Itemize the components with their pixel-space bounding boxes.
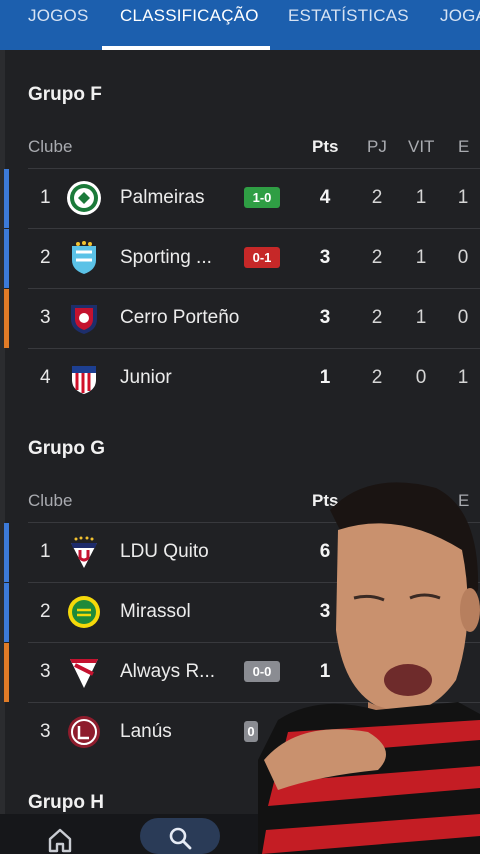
always-ready-crest-icon: [70, 659, 98, 688]
presenter-video-overlay: [258, 482, 480, 854]
points: 4: [319, 187, 331, 208]
column-header-pj: PJ: [367, 137, 387, 156]
junior-crest-icon: [72, 366, 96, 394]
ldu-quito-crest-icon: [71, 536, 97, 568]
wins: 0: [415, 367, 427, 388]
playoff-marker: [4, 643, 9, 702]
group-title: Grupo H: [28, 792, 104, 813]
column-header-e: E: [458, 137, 470, 156]
wins: 1: [415, 307, 427, 328]
qualification-marker: [4, 229, 9, 288]
qualification-marker: [4, 523, 9, 582]
draws: 1: [457, 187, 469, 208]
sporting-cristal-crest-icon: [72, 241, 96, 274]
table-row[interactable]: 3 Cerro Porteño 3 2 1 0: [0, 288, 480, 348]
tab-classificacao[interactable]: CLASSIFICAÇÃO: [120, 6, 259, 26]
palmeiras-crest-icon: [67, 181, 101, 215]
mirassol-crest-icon: [68, 596, 100, 628]
column-header-club: Clube: [28, 491, 73, 510]
played: 2: [371, 187, 383, 208]
played: 2: [371, 247, 383, 268]
qualification-marker: [4, 169, 9, 228]
played: 2: [371, 367, 383, 388]
last-result-badge: 1-0: [244, 187, 280, 208]
cerro-porteno-crest-icon: [71, 305, 97, 334]
table-row[interactable]: 4 Junior 1 2 0 1: [0, 348, 480, 408]
home-icon[interactable]: [46, 826, 74, 854]
position: 1: [40, 187, 51, 208]
group-title: Grupo F: [28, 84, 102, 105]
team-name: LDU Quito: [120, 541, 209, 562]
position: 4: [40, 367, 51, 388]
played: 2: [371, 307, 383, 328]
column-header-club: Clube: [28, 137, 73, 156]
points: 3: [319, 247, 331, 268]
tab-estatisticas[interactable]: ESTATÍSTICAS: [288, 6, 409, 26]
table-row[interactable]: 2 Sporting ... 0-1 3 2 1 0: [0, 228, 480, 288]
team-name: Always R...: [120, 661, 216, 682]
table-row[interactable]: 1 Palmeiras 1-0 4 2 1 1: [0, 168, 480, 228]
points: 1: [319, 367, 331, 388]
position: 3: [40, 721, 51, 742]
top-tab-bar: JOGOS CLASSIFICAÇÃO ESTATÍSTICAS JOGA: [0, 0, 480, 50]
team-name: Lanús: [120, 721, 172, 742]
column-header-vit: VIT: [408, 137, 435, 156]
playoff-marker: [4, 289, 9, 348]
wins: 1: [415, 247, 427, 268]
column-header-pts: Pts: [312, 137, 339, 156]
position: 2: [40, 247, 51, 268]
team-name: Mirassol: [120, 601, 191, 622]
position: 3: [40, 661, 51, 682]
draws: 1: [457, 367, 469, 388]
draws: 0: [457, 307, 469, 328]
team-name: Palmeiras: [120, 187, 205, 208]
tab-jogadores[interactable]: JOGA: [440, 6, 480, 26]
draws: 0: [457, 247, 469, 268]
team-name: Junior: [120, 367, 172, 388]
tab-jogos[interactable]: JOGOS: [28, 6, 89, 26]
team-name: Sporting ...: [120, 247, 212, 268]
lanus-crest-icon: [68, 716, 100, 748]
group-title: Grupo G: [28, 438, 106, 459]
wins: 1: [415, 187, 427, 208]
team-name: Cerro Porteño: [120, 307, 240, 328]
last-result-badge: 0: [244, 721, 258, 742]
search-icon[interactable]: [168, 826, 192, 850]
qualification-marker: [4, 583, 9, 642]
position: 3: [40, 307, 51, 328]
last-result-badge: 0-1: [244, 247, 280, 268]
position: 2: [40, 601, 51, 622]
position: 1: [40, 541, 51, 562]
points: 3: [319, 307, 331, 328]
